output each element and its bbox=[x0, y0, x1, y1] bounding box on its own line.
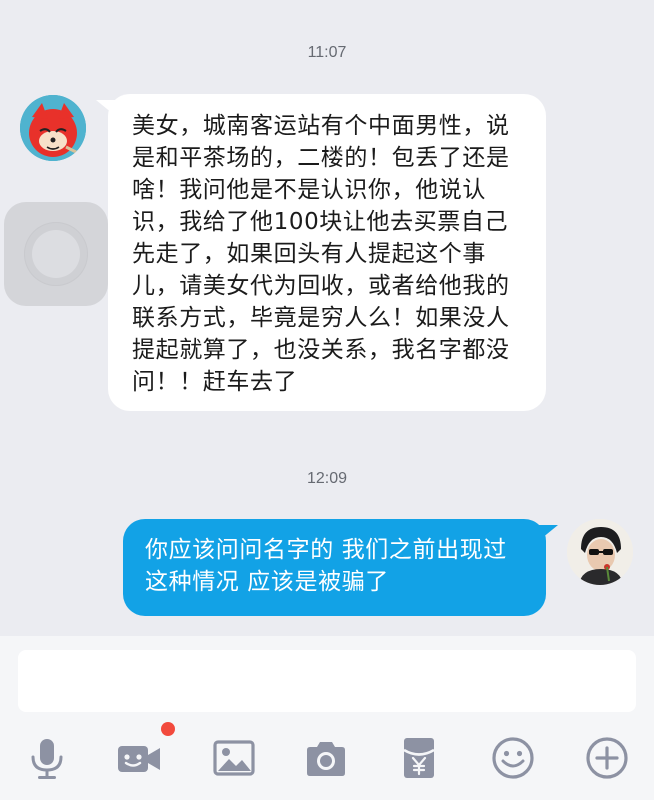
message-input[interactable] bbox=[18, 650, 636, 712]
contact-avatar[interactable] bbox=[20, 95, 86, 161]
camera-icon[interactable] bbox=[303, 735, 349, 781]
video-icon[interactable] bbox=[116, 735, 162, 781]
assistive-touch-button[interactable] bbox=[4, 202, 108, 306]
video-badge bbox=[161, 722, 175, 736]
outgoing-message-bubble[interactable]: 你应该问问名字的 我们之前出现过这种情况 应该是被骗了 bbox=[123, 519, 558, 616]
image-icon[interactable] bbox=[211, 735, 257, 781]
incoming-message-bubble[interactable]: 美女，城南客运站有个中面男性，说是和平茶场的，二楼的！包丢了还是啥！我问他是不是… bbox=[96, 94, 546, 411]
red-packet-icon[interactable] bbox=[396, 735, 442, 781]
message-timestamp: 12:09 bbox=[306, 470, 348, 487]
assistive-touch-core bbox=[32, 230, 80, 278]
chat-area[interactable]: 11:07 美女，城南客运站有个中面男性，说是和平茶场的，二楼的！包丢了还是啥！… bbox=[0, 0, 654, 636]
message-timestamp: 11:07 bbox=[307, 44, 347, 61]
plus-icon[interactable] bbox=[584, 735, 630, 781]
mic-icon[interactable] bbox=[24, 735, 70, 781]
user-avatar[interactable] bbox=[567, 519, 633, 585]
emoji-icon[interactable] bbox=[490, 735, 536, 781]
